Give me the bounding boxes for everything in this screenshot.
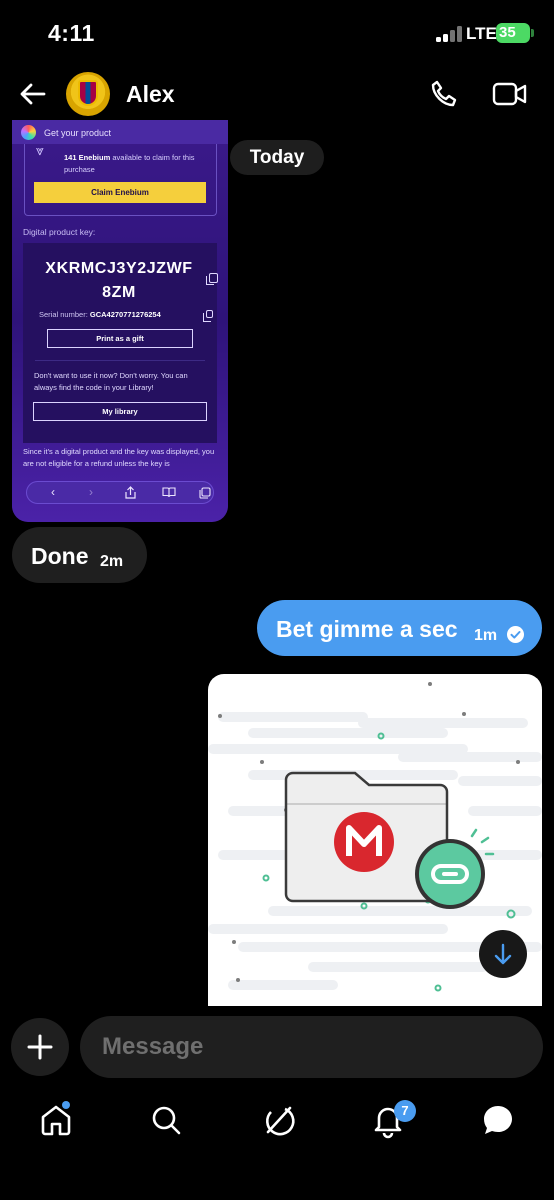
product-key-line1: XKRMCJ3Y2JZWF xyxy=(45,260,193,277)
status-bar: 4:11 LTE 35 xyxy=(0,0,554,62)
enebium-box xyxy=(24,138,217,216)
crest-icon xyxy=(78,80,98,106)
message-input[interactable] xyxy=(102,1028,522,1066)
enebium-text: 141 Enebium available to claim for this … xyxy=(64,152,209,176)
date-divider: Today xyxy=(230,140,324,175)
phone-icon[interactable] xyxy=(428,78,460,110)
chat-header: Alex xyxy=(0,66,554,124)
chat-icon[interactable] xyxy=(478,1100,518,1140)
serial-number: Serial number: GCA4270771276254 xyxy=(39,310,161,319)
enebium-amount: 141 Enebium xyxy=(64,153,111,162)
battery-level: 35 xyxy=(499,24,516,41)
serial-label: Serial number: xyxy=(39,310,88,319)
message-time: 1m xyxy=(474,627,498,644)
message-time: 2m xyxy=(100,553,124,570)
claim-enebium-button: Claim Enebium xyxy=(34,182,206,203)
chevron-left-icon: ‹ xyxy=(51,485,55,499)
key-label: Digital product key: xyxy=(23,227,96,237)
message-composer[interactable] xyxy=(80,1016,543,1078)
share-icon xyxy=(125,486,136,502)
shared-image-message[interactable]: Get your product ⩔ 141 Enebium available… xyxy=(12,120,228,522)
copy-key-icon xyxy=(206,273,218,285)
signal-icon xyxy=(436,26,462,42)
grok-icon[interactable] xyxy=(258,1100,298,1140)
back-arrow-icon[interactable] xyxy=(18,79,48,109)
network-label: LTE xyxy=(466,24,497,43)
message-text: Bet gimme a sec xyxy=(276,616,458,642)
arrow-down-icon xyxy=(494,943,512,965)
print-gift-button: Print as a gift xyxy=(47,329,193,348)
browser-toolbar: ‹ › xyxy=(26,481,214,504)
search-icon[interactable] xyxy=(146,1100,186,1140)
tabs-icon xyxy=(199,487,211,502)
divider xyxy=(35,360,205,361)
status-time: 4:11 xyxy=(48,20,95,46)
avatar[interactable] xyxy=(66,72,110,116)
battery-indicator: 35 xyxy=(496,23,534,43)
chevron-right-icon: › xyxy=(89,485,93,499)
product-key: XKRMCJ3Y2JZWF 8ZM xyxy=(35,257,203,305)
plus-icon xyxy=(27,1034,53,1060)
bottom-nav xyxy=(0,1092,554,1152)
contact-name[interactable]: Alex xyxy=(126,81,175,108)
home-unread-dot xyxy=(62,1101,70,1109)
checkmark-icon xyxy=(507,626,524,643)
scroll-to-bottom-button[interactable] xyxy=(479,930,527,978)
my-library-button: My library xyxy=(33,402,207,421)
video-camera-icon[interactable] xyxy=(492,79,528,109)
app-logo-icon xyxy=(21,125,36,140)
message-text: Done xyxy=(31,543,89,569)
book-icon xyxy=(162,487,176,501)
refund-text: Since it's a digital product and the key… xyxy=(23,447,215,468)
home-icon[interactable] xyxy=(36,1100,76,1140)
copy-serial-icon xyxy=(203,310,213,322)
dont-worry-text: Don't want to use it now? Don't worry. Y… xyxy=(34,371,188,392)
image-title: Get your product xyxy=(44,128,112,138)
incoming-message[interactable]: Done 2m xyxy=(12,527,147,583)
diamond-icon: ⩔ xyxy=(36,142,44,158)
outgoing-message[interactable]: Bet gimme a sec 1m xyxy=(257,600,542,656)
image-top-bar: Get your product xyxy=(12,120,228,144)
key-box: XKRMCJ3Y2JZWF 8ZM Serial number: GCA42707… xyxy=(23,243,218,443)
notification-badge: 7 xyxy=(394,1100,416,1122)
add-attachment-button[interactable] xyxy=(11,1018,69,1076)
product-key-line2: 8ZM xyxy=(102,284,136,301)
serial-value: GCA4270771276254 xyxy=(89,310,161,319)
